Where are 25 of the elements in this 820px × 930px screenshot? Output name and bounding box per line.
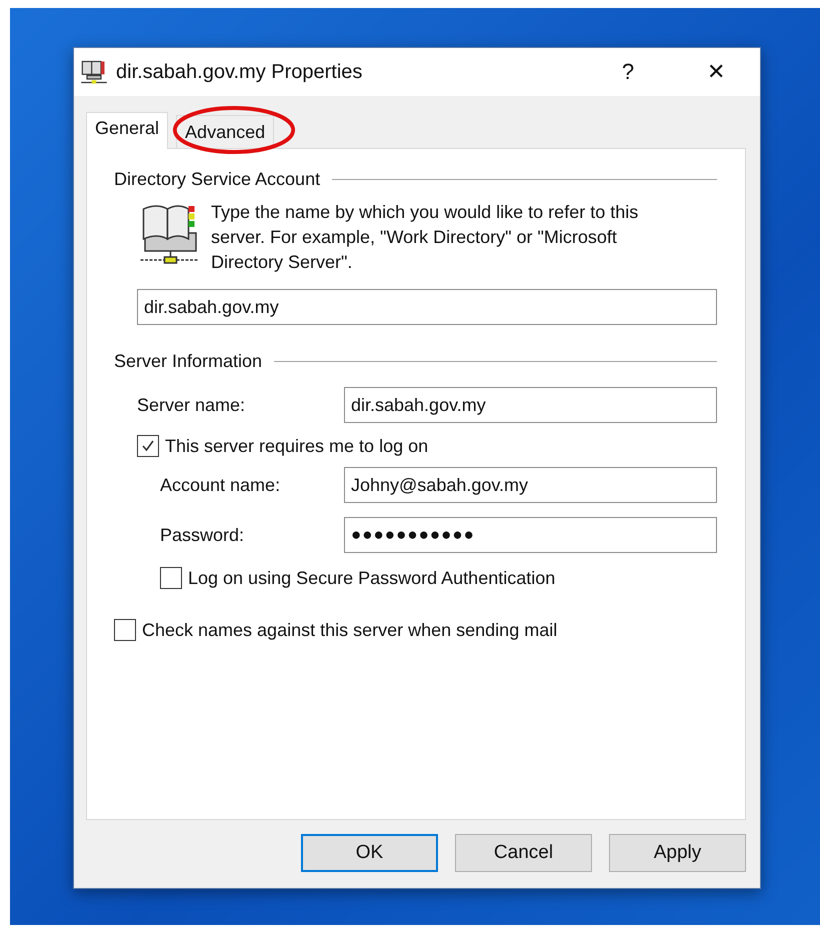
- close-button[interactable]: ✕: [672, 48, 760, 96]
- field-label: Server name:: [137, 394, 246, 416]
- dialog-button[interactable]: Apply: [609, 834, 746, 872]
- checkmark-icon: [141, 439, 155, 453]
- field-label: Account name:: [160, 474, 282, 496]
- dialog-button[interactable]: OK: [301, 834, 438, 872]
- description-text: Type the name by which you would like to refer to this server. For example, "Work Directory" or "Microsoft Directory Server".: [211, 201, 640, 274]
- checkbox[interactable]: [114, 619, 136, 641]
- dialog-button[interactable]: Cancel: [455, 834, 592, 872]
- tab[interactable]: Advanced: [176, 115, 274, 148]
- account-name-field[interactable]: Johny@sabah.gov.my: [344, 467, 717, 503]
- display-name-field[interactable]: dir.sabah.gov.my: [137, 289, 717, 325]
- password-field[interactable]: ●●●●●●●●●●●: [344, 517, 717, 553]
- server-name-field[interactable]: dir.sabah.gov.my: [344, 387, 717, 423]
- checkbox[interactable]: [137, 435, 159, 457]
- checkbox-label: This server requires me to log on: [165, 436, 428, 456]
- tab[interactable]: General: [86, 112, 168, 149]
- section-heading: Server Information: [114, 351, 262, 372]
- checkbox-label: Log on using Secure Password Authentication: [188, 568, 556, 588]
- section-heading: Directory Service Account: [114, 169, 320, 190]
- window-title: dir.sabah.gov.my Properties: [116, 60, 364, 84]
- checkbox[interactable]: [160, 567, 182, 589]
- help-button[interactable]: ?: [584, 48, 672, 96]
- checkbox-label: Check names against this server when sending mail: [142, 620, 558, 640]
- field-label: Password:: [160, 524, 246, 546]
